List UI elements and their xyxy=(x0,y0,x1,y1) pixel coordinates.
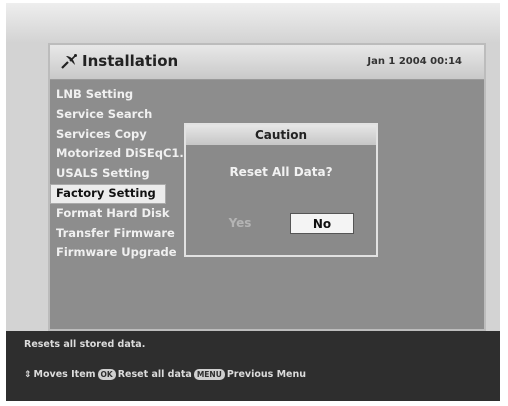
menu-item-format-hard-disk[interactable]: Format Hard Disk xyxy=(50,204,200,224)
window-title: Installation xyxy=(82,52,179,70)
up-down-arrows-icon: ⇕ xyxy=(24,369,32,380)
satellite-dish-icon xyxy=(61,54,77,69)
tv-screen: Installation Jan 1 2004 00:14 LNB Settin… xyxy=(6,3,500,401)
menu-item-factory-setting[interactable]: Factory Setting xyxy=(50,183,166,204)
key-legend: ⇕ Moves Item OK Reset all data MENU Prev… xyxy=(24,369,306,380)
menu-item-usals-setting[interactable]: USALS Setting xyxy=(50,164,200,184)
menu-item-services-copy[interactable]: Services Copy xyxy=(50,125,200,145)
ok-key-icon: OK xyxy=(97,369,116,380)
moves-item-label: Moves Item xyxy=(33,369,96,380)
screen-top-fade xyxy=(6,3,500,43)
menu-item-transfer-firmware[interactable]: Transfer Firmware xyxy=(50,224,200,244)
installation-menu: LNB Setting Service Search Services Copy… xyxy=(50,85,200,263)
menu-action-label: Previous Menu xyxy=(226,369,307,380)
menu-item-firmware-upgrade[interactable]: Firmware Upgrade xyxy=(50,243,200,263)
footer-bar: Resets all stored data. ⇕ Moves Item OK … xyxy=(6,331,500,401)
title-bar: Installation Jan 1 2004 00:14 xyxy=(50,45,484,80)
caution-dialog: Caution Reset All Data? Yes No xyxy=(184,123,378,257)
no-button[interactable]: No xyxy=(290,213,354,234)
dialog-message: Reset All Data? xyxy=(229,165,333,179)
date-time: Jan 1 2004 00:14 xyxy=(367,56,462,67)
dialog-title: Caution xyxy=(186,125,376,145)
menu-item-lnb-setting[interactable]: LNB Setting xyxy=(50,85,200,105)
menu-item-motorized-diseqc[interactable]: Motorized DiSEqC1.2 xyxy=(50,144,200,164)
help-text: Resets all stored data. xyxy=(24,339,146,350)
menu-item-service-search[interactable]: Service Search xyxy=(50,105,200,125)
ok-action-label: Reset all data xyxy=(117,369,192,380)
yes-button[interactable]: Yes xyxy=(208,213,272,234)
menu-key-icon: MENU xyxy=(193,369,225,380)
